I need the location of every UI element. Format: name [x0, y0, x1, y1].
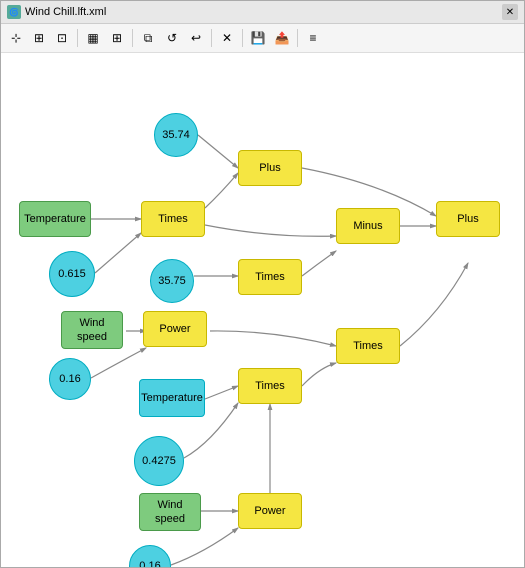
- temperature2-node[interactable]: Temperature: [139, 379, 205, 417]
- temperature1-node[interactable]: Temperature: [19, 201, 91, 237]
- app-icon: 🌀: [7, 5, 21, 19]
- toolbar: ⊹ ⊞ ⊡ ▦ ⊞ ⧉ ↺ ↩ ✕ 💾 📤 ≡: [1, 24, 524, 53]
- sep2: [132, 29, 133, 47]
- times1-node[interactable]: Times: [141, 201, 205, 237]
- val-016a-node[interactable]: 0.16: [49, 358, 91, 400]
- layout-btn[interactable]: ▦: [82, 27, 104, 49]
- zoom-btn[interactable]: ⊡: [51, 27, 73, 49]
- val-0615-node[interactable]: 0.615: [49, 251, 95, 297]
- sep1: [77, 29, 78, 47]
- select-tool-btn[interactable]: ⊹: [5, 27, 27, 49]
- arrows-svg: [1, 53, 524, 567]
- sep4: [242, 29, 243, 47]
- zoom-fit-btn[interactable]: ⊞: [28, 27, 50, 49]
- val-35-74-node[interactable]: 35.74: [154, 113, 198, 157]
- copy-btn[interactable]: ⧉: [137, 27, 159, 49]
- sep5: [297, 29, 298, 47]
- power1-node[interactable]: Power: [143, 311, 207, 347]
- val-3575-node[interactable]: 35.75: [150, 259, 194, 303]
- save-btn[interactable]: 💾: [247, 27, 269, 49]
- diagram-canvas[interactable]: Temperature 35.74 Times Plus 0.615 35.75…: [1, 53, 524, 567]
- delete-btn[interactable]: ✕: [216, 27, 238, 49]
- plus2-node[interactable]: Plus: [436, 201, 500, 237]
- power2-node[interactable]: Power: [238, 493, 302, 529]
- main-window: 🌀 Wind Chill.lft.xml ✕ ⊹ ⊞ ⊡ ▦ ⊞ ⧉ ↺ ↩ ✕…: [0, 0, 525, 568]
- val-016b-node[interactable]: 0.16: [129, 545, 171, 567]
- times2-node[interactable]: Times: [238, 259, 302, 295]
- wind-speed1-node[interactable]: Windspeed: [61, 311, 123, 349]
- titlebar: 🌀 Wind Chill.lft.xml ✕: [1, 1, 524, 24]
- undo-btn[interactable]: ↩: [185, 27, 207, 49]
- close-button[interactable]: ✕: [502, 4, 518, 20]
- sep3: [211, 29, 212, 47]
- refresh-btn[interactable]: ↺: [161, 27, 183, 49]
- plus1-node[interactable]: Plus: [238, 150, 302, 186]
- properties-btn[interactable]: ≡: [302, 27, 324, 49]
- minus1-node[interactable]: Minus: [336, 208, 400, 244]
- tool-group: ⊹ ⊞ ⊡: [5, 27, 73, 49]
- arrange-btn[interactable]: ⊞: [106, 27, 128, 49]
- window-title: Wind Chill.lft.xml: [25, 6, 498, 18]
- wind-speed2-node[interactable]: Windspeed: [139, 493, 201, 531]
- export-btn[interactable]: 📤: [271, 27, 293, 49]
- times4-node[interactable]: Times: [336, 328, 400, 364]
- val-04275-node[interactable]: 0.4275: [134, 436, 184, 486]
- times3-node[interactable]: Times: [238, 368, 302, 404]
